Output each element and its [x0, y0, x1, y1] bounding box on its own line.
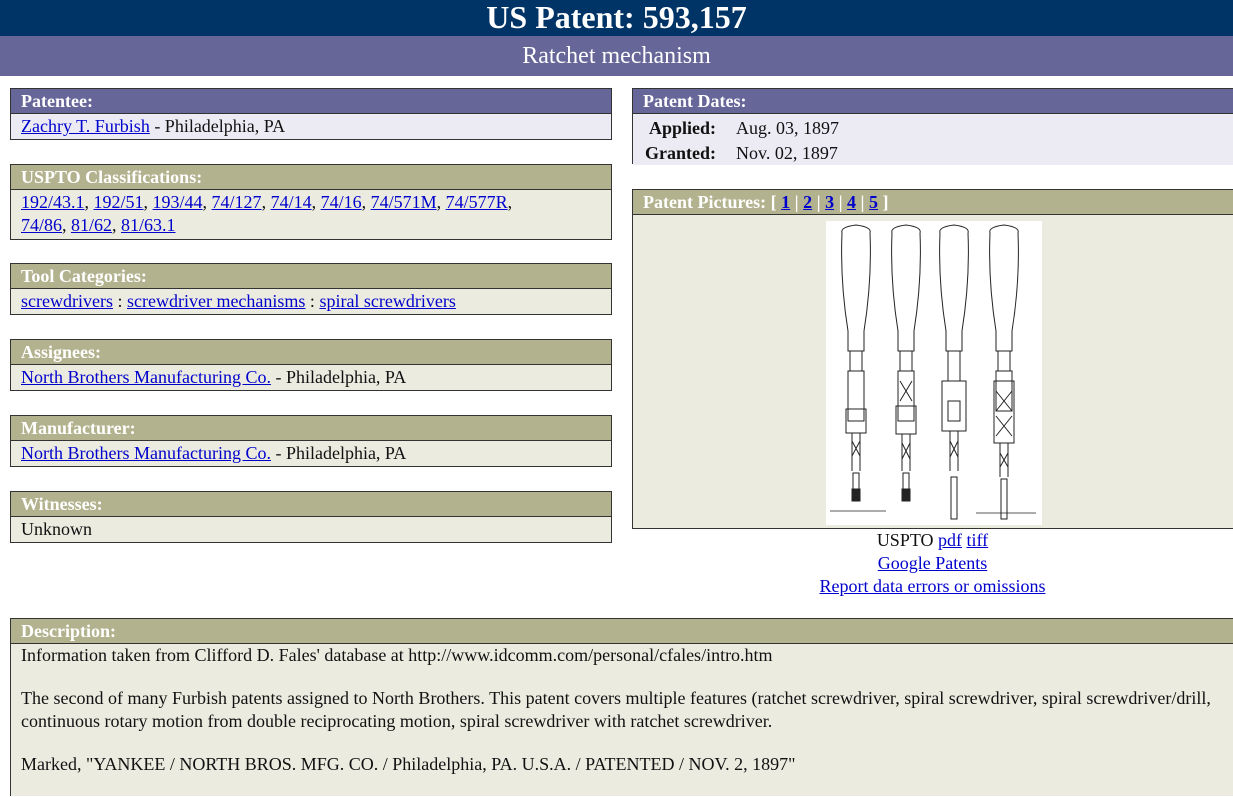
assignee-location: - Philadelphia, PA [270, 367, 407, 387]
uspto-tiff-link[interactable]: tiff [967, 530, 989, 550]
manufacturer-body: North Brothers Manufacturing Co. - Phila… [11, 441, 611, 466]
applied-row: Applied: Aug. 03, 1897 [645, 116, 847, 141]
report-errors-link[interactable]: Report data errors or omissions [820, 576, 1046, 596]
assignees-heading: Assignees: [11, 340, 611, 365]
classification-link[interactable]: 74/16 [321, 192, 362, 212]
patent-pictures-box: Patent Pictures: [ 1 | 2 | 3 | 4 | 5 ] [632, 189, 1233, 529]
tool-categories-box: Tool Categories: screwdrivers : screwdri… [10, 263, 612, 315]
granted-row: Granted: Nov. 02, 1897 [645, 141, 847, 166]
assignees-body: North Brothers Manufacturing Co. - Phila… [11, 365, 611, 390]
patentee-location: - Philadelphia, PA [149, 116, 286, 136]
description-paragraph: Information taken from Clifford D. Fales… [21, 645, 773, 665]
classification-link[interactable]: 74/86 [21, 215, 62, 235]
page-separator: | [838, 192, 843, 212]
classification-link[interactable]: 74/577R [446, 192, 508, 212]
witnesses-box: Witnesses: Unknown [10, 491, 612, 543]
patentee-link[interactable]: Zachry T. Furbish [21, 116, 150, 136]
picture-page-link[interactable]: 2 [803, 192, 812, 212]
picture-page-link[interactable]: 5 [869, 192, 878, 212]
patentee-box: Patentee: Zachry T. Furbish - Philadelph… [10, 88, 612, 140]
manufacturer-box: Manufacturer: North Brothers Manufacturi… [10, 415, 612, 467]
classification-link[interactable]: 81/63.1 [121, 215, 176, 235]
manufacturer-link[interactable]: North Brothers Manufacturing Co. [21, 443, 271, 463]
page-separator: | [860, 192, 865, 212]
tool-categories-heading: Tool Categories: [11, 264, 611, 289]
page-separator: | [794, 192, 799, 212]
granted-date: Nov. 02, 1897 [736, 143, 838, 163]
classifications-list: 192/43.1, 192/51, 193/44, 74/127, 74/14,… [21, 192, 513, 235]
patent-drawing-svg [830, 224, 1036, 520]
classification-link[interactable]: 193/44 [153, 192, 203, 212]
classification-link[interactable]: 74/571M [371, 192, 437, 212]
patentee-body: Zachry T. Furbish - Philadelphia, PA [11, 114, 611, 139]
patent-dates-box: Patent Dates: Applied: Aug. 03, 1897 Gra… [632, 88, 1233, 165]
uspto-pdf-link[interactable]: pdf [938, 530, 962, 550]
manufacturer-location: - Philadelphia, PA [270, 443, 407, 463]
applied-label: Applied: [648, 118, 716, 138]
assignees-box: Assignees: North Brothers Manufacturing … [10, 339, 612, 391]
page-title: US Patent: 593,157 [0, 0, 1233, 36]
external-links: USPTO pdf tiff Google Patents Report dat… [632, 529, 1233, 598]
classification-link[interactable]: 192/51 [94, 192, 144, 212]
assignee-link[interactable]: North Brothers Manufacturing Co. [21, 367, 271, 387]
description-paragraph: The second of many Furbish patents assig… [21, 688, 1211, 731]
uspto-label: USPTO [876, 530, 934, 550]
page-separator: | [816, 192, 821, 212]
patent-dates-body: Applied: Aug. 03, 1897 Granted: Nov. 02,… [633, 114, 1233, 165]
classification-link[interactable]: 74/14 [271, 192, 312, 212]
patent-dates-table: Applied: Aug. 03, 1897 Granted: Nov. 02,… [645, 116, 847, 166]
patent-pictures-heading: Patent Pictures: [ 1 | 2 | 3 | 4 | 5 ] [633, 190, 1233, 215]
category-separator: : [305, 291, 320, 311]
category-link-screwdriver-mechanisms[interactable]: screwdriver mechanisms [127, 291, 305, 311]
classification-link[interactable]: 81/62 [71, 215, 112, 235]
description-heading: Description: [11, 619, 1233, 644]
description-body: Information taken from Clifford D. Fales… [11, 644, 1233, 797]
classifications-heading: USPTO Classifications: [11, 165, 611, 190]
classification-link[interactable]: 192/43.1 [21, 192, 85, 212]
manufacturer-heading: Manufacturer: [11, 416, 611, 441]
witnesses-value: Unknown [21, 519, 92, 539]
patentee-heading: Patentee: [11, 89, 611, 114]
picture-page-link[interactable]: 1 [781, 192, 790, 212]
classifications-box: USPTO Classifications: 192/43.1, 192/51,… [10, 164, 612, 240]
applied-date: Aug. 03, 1897 [736, 118, 839, 138]
category-link-spiral-screwdrivers[interactable]: spiral screwdrivers [319, 291, 455, 311]
open-bracket: [ [770, 192, 777, 212]
picture-page-link[interactable]: 3 [825, 192, 834, 212]
google-patents-link[interactable]: Google Patents [878, 553, 988, 573]
category-separator: : [112, 291, 127, 311]
description-paragraph: Marked, "YANKEE / NORTH BROS. MFG. CO. /… [21, 754, 796, 774]
picture-page-link[interactable]: 4 [847, 192, 856, 212]
description-box: Description: Information taken from Clif… [10, 618, 1233, 796]
category-link-screwdrivers[interactable]: screwdrivers [21, 291, 113, 311]
classification-link[interactable]: 74/127 [212, 192, 262, 212]
witnesses-heading: Witnesses: [11, 492, 611, 517]
patent-dates-heading: Patent Dates: [633, 89, 1233, 114]
granted-label: Granted: [645, 143, 716, 163]
uspto-links: USPTO pdf tiff [632, 529, 1233, 552]
patent-subtitle: Ratchet mechanism [0, 36, 1233, 76]
tool-categories-list: screwdrivers : screwdriver mechanisms : … [11, 289, 611, 314]
close-bracket: ] [882, 192, 889, 212]
patent-drawing-image[interactable] [826, 221, 1042, 525]
pictures-label: Patent Pictures: [643, 192, 767, 212]
